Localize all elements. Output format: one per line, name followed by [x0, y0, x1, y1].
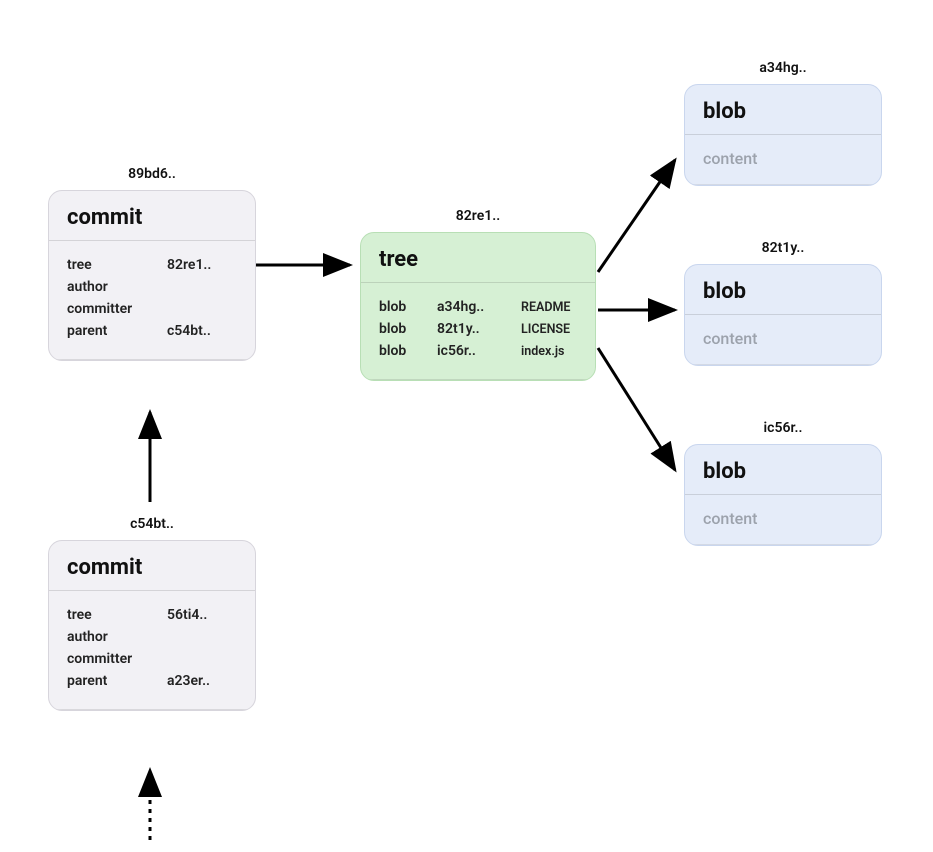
- commit2-title: commit: [49, 541, 255, 591]
- field-key: author: [67, 629, 153, 645]
- commit1-box: commit tree 82re1.. author committer par…: [48, 190, 256, 361]
- blob3-title: blob: [685, 445, 881, 495]
- tree-row: blob ic56r.. index.js: [379, 343, 577, 359]
- blob2-hash-label: 82t1y..: [684, 240, 882, 256]
- entry-hash: ic56r..: [437, 343, 507, 359]
- blob2-title: blob: [685, 265, 881, 315]
- field-key: tree: [67, 257, 153, 273]
- blob3-box: blob content: [684, 444, 882, 546]
- field-key: author: [67, 279, 153, 295]
- field-key: committer: [67, 651, 153, 667]
- tree-hash-label: 82re1..: [360, 208, 596, 224]
- blob1-title: blob: [685, 85, 881, 135]
- tree-title: tree: [361, 233, 595, 283]
- commit1-title: commit: [49, 191, 255, 241]
- diagram-canvas: 89bd6.. commit tree 82re1.. author commi…: [0, 0, 933, 852]
- commit2-body: tree 56ti4.. author committer parent a23…: [49, 591, 255, 710]
- commit1-row: author: [67, 279, 237, 295]
- entry-name: LICENSE: [521, 321, 577, 337]
- field-val: [167, 651, 237, 667]
- entry-type: blob: [379, 299, 423, 315]
- commit1-body: tree 82re1.. author committer parent c54…: [49, 241, 255, 360]
- entry-type: blob: [379, 321, 423, 337]
- field-val: [167, 279, 237, 295]
- entry-hash: a34hg..: [437, 299, 507, 315]
- commit2-row: committer: [67, 651, 237, 667]
- blob1-content: content: [685, 135, 881, 185]
- commit2-row: author: [67, 629, 237, 645]
- commit2-hash-label: c54bt..: [48, 516, 256, 532]
- commit2-box: commit tree 56ti4.. author committer par…: [48, 540, 256, 711]
- field-key: parent: [67, 673, 153, 689]
- blob2-box: blob content: [684, 264, 882, 366]
- commit1-hash-label: 89bd6..: [48, 166, 256, 182]
- entry-type: blob: [379, 343, 423, 359]
- commit1-row: tree 82re1..: [67, 257, 237, 273]
- commit1-row: parent c54bt..: [67, 323, 237, 339]
- field-val: 56ti4..: [167, 607, 237, 623]
- commit2-row: parent a23er..: [67, 673, 237, 689]
- entry-hash: 82t1y..: [437, 321, 507, 337]
- field-val: [167, 629, 237, 645]
- field-val: a23er..: [167, 673, 237, 689]
- tree-body: blob a34hg.. README blob 82t1y.. LICENSE…: [361, 283, 595, 380]
- tree-row: blob a34hg.. README: [379, 299, 577, 315]
- tree-box: tree blob a34hg.. README blob 82t1y.. LI…: [360, 232, 596, 381]
- blob1-hash-label: a34hg..: [684, 60, 882, 76]
- field-key: parent: [67, 323, 153, 339]
- tree-row: blob 82t1y.. LICENSE: [379, 321, 577, 337]
- field-key: committer: [67, 301, 153, 317]
- commit1-row: committer: [67, 301, 237, 317]
- field-val: [167, 301, 237, 317]
- blob1-box: blob content: [684, 84, 882, 186]
- field-key: tree: [67, 607, 153, 623]
- field-val: 82re1..: [167, 257, 237, 273]
- blob3-content: content: [685, 495, 881, 545]
- field-val: c54bt..: [167, 323, 237, 339]
- entry-name: index.js: [521, 343, 577, 359]
- entry-name: README: [521, 299, 577, 315]
- blob2-content: content: [685, 315, 881, 365]
- commit2-row: tree 56ti4..: [67, 607, 237, 623]
- blob3-hash-label: ic56r..: [684, 420, 882, 436]
